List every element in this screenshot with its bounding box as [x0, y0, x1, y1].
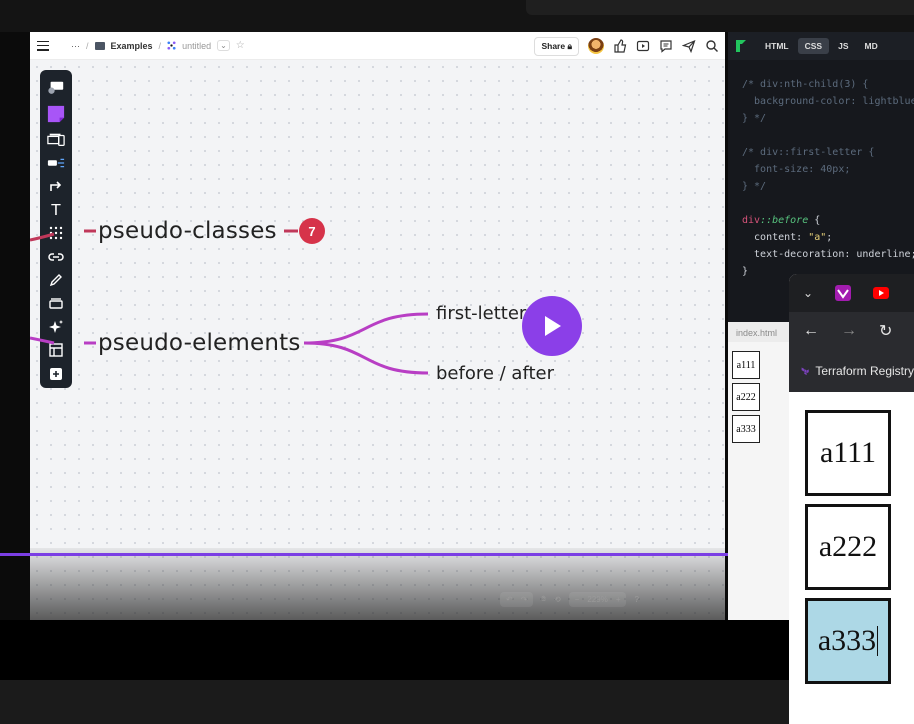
- code-semicolon: ;: [826, 232, 833, 243]
- redo-icon[interactable]: ↷: [521, 595, 528, 604]
- zoom-in-icon[interactable]: +: [616, 595, 621, 604]
- code-selector: div: [742, 215, 761, 226]
- code-line-selector: div::before {: [742, 215, 820, 226]
- zoom-out-icon[interactable]: −: [575, 595, 580, 604]
- node-first-letter[interactable]: first-letter: [436, 303, 526, 324]
- zoom-controls: ↶ ↷ ✋︎ ⟲ − 229% + ?: [500, 587, 720, 611]
- preview-file-tab[interactable]: index.html: [728, 322, 790, 342]
- zoom-group: − 229% +: [568, 591, 627, 607]
- editor-tabs: HTML CSS JS MD: [728, 32, 914, 60]
- browser-tab-strip: ⌄: [789, 274, 914, 312]
- mindmap-branches: [30, 229, 429, 375]
- undo-redo-group: ↶ ↷: [500, 591, 534, 607]
- tab-md[interactable]: MD: [858, 38, 885, 54]
- preview-box: a111: [732, 351, 760, 379]
- zoom-level[interactable]: 229%: [587, 595, 607, 604]
- youtube-icon[interactable]: [873, 287, 890, 299]
- hand-pan-icon[interactable]: ✋︎: [541, 594, 546, 604]
- rendered-box: a111: [805, 410, 891, 496]
- bottom-panel: [0, 680, 789, 724]
- undo-icon[interactable]: ↶: [506, 595, 513, 604]
- bookmark-terraform[interactable]: Terraform Registry: [815, 364, 914, 378]
- code-string: "a": [808, 232, 827, 243]
- node-pseudo-classes[interactable]: pseudo-classes: [98, 218, 277, 244]
- code-line: } */: [742, 113, 767, 124]
- video-letterbox: [0, 620, 789, 680]
- code-brace: {: [808, 215, 821, 226]
- top-search-bar[interactable]: [526, 0, 914, 15]
- play-icon: [545, 316, 561, 336]
- back-arrow-icon[interactable]: ←: [803, 322, 819, 340]
- code-line-content: content: "a";: [742, 232, 832, 243]
- help-icon[interactable]: ?: [634, 595, 638, 604]
- history-icon[interactable]: ⟲: [554, 595, 561, 604]
- preview-box: a222: [732, 383, 760, 411]
- tab-css[interactable]: CSS: [797, 38, 830, 54]
- rendered-box-text: a333: [817, 624, 877, 657]
- preview-box: a333: [732, 415, 760, 443]
- code-pseudo: ::before: [760, 215, 809, 226]
- tab-js[interactable]: JS: [831, 38, 855, 54]
- rendered-box: a222: [805, 504, 891, 590]
- child-count-badge[interactable]: 7: [299, 218, 325, 244]
- code-line: }: [742, 266, 749, 277]
- code-line: font-size: 40px;: [742, 164, 851, 175]
- rendered-box-highlighted[interactable]: a333: [805, 598, 891, 684]
- code-line: /* div::first-letter {: [742, 147, 875, 158]
- text-caret: [877, 626, 879, 656]
- video-progress-line[interactable]: [0, 553, 790, 556]
- tab-list-chevron-icon[interactable]: ⌄: [803, 286, 813, 300]
- code-line: text-decoration: underline;: [742, 249, 914, 260]
- reload-icon[interactable]: ↻: [879, 321, 892, 341]
- bookmarks-bar: Terraform Registry: [789, 350, 914, 392]
- node-pseudo-elements[interactable]: pseudo-elements: [98, 330, 301, 356]
- app-tab-icon[interactable]: [835, 285, 852, 301]
- terraform-icon: [801, 367, 809, 376]
- code-line: } */: [742, 181, 767, 192]
- code-prop: content:: [742, 232, 809, 243]
- forward-arrow-icon[interactable]: →: [841, 322, 857, 340]
- editor-logo-icon: [736, 40, 746, 52]
- tab-html[interactable]: HTML: [758, 38, 796, 54]
- browser-window: ⌄ ← → ↻ Terraform Registry a111 a222 a33…: [789, 274, 914, 724]
- top-bar: [0, 0, 914, 32]
- node-before-after[interactable]: before / after: [436, 363, 554, 384]
- code-line: /* div:nth-child(3) {: [742, 79, 869, 90]
- code-line: background-color: lightblue;: [742, 96, 914, 107]
- whiteboard-canvas[interactable]: ··· / Examples / untitled ⌄ ☆ Share 🔒︎ T…: [30, 32, 725, 620]
- browser-nav-bar: ← → ↻: [789, 312, 914, 350]
- play-button[interactable]: [522, 296, 582, 356]
